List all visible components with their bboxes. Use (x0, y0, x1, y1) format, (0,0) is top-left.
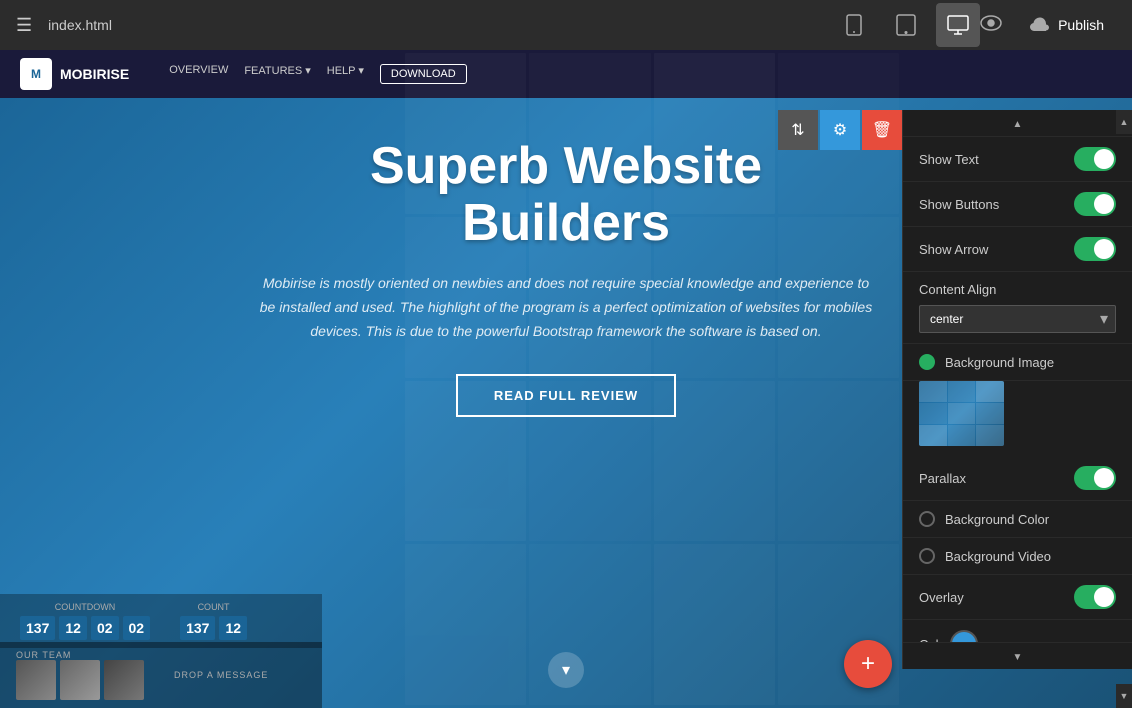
preview-logo: M MOBIRISE (20, 58, 129, 90)
countdown-num-2: 12 (59, 616, 87, 640)
nav-download: DOWNLOAD (380, 64, 467, 84)
add-fab-button[interactable]: + (844, 640, 892, 688)
show-buttons-toggle[interactable] (1074, 192, 1116, 216)
tablet-device-btn[interactable] (884, 3, 928, 47)
thumb-mini-7 (919, 425, 947, 446)
show-text-toggle[interactable] (1074, 147, 1116, 171)
hero-cta-button[interactable]: READ FULL REVIEW (456, 374, 676, 417)
overlay-label: Overlay (919, 590, 964, 605)
thumb-mini-8 (948, 425, 976, 446)
delete-button[interactable]: 🗑 (862, 110, 902, 150)
thumb-mini-1 (919, 381, 947, 402)
preview-nav-links: OVERVIEW FEATURES ▾ HELP ▾ DOWNLOAD (169, 64, 466, 84)
countdown-num-4: 02 (123, 616, 151, 640)
nav-features: FEATURES ▾ (244, 64, 310, 84)
device-switcher (832, 3, 980, 47)
show-arrow-toggle[interactable] (1074, 237, 1116, 261)
background-image-label: Background Image (945, 355, 1054, 370)
preview-actions: ⇅ ⚙ 🗑 (778, 110, 902, 150)
main-area: M MOBIRISE OVERVIEW FEATURES ▾ HELP ▾ DO… (0, 50, 1132, 708)
countdown-label: COUNTDOWN (20, 602, 150, 612)
countdown-num-6: 12 (219, 616, 247, 640)
countdown-1: COUNTDOWN 137 12 02 02 (20, 602, 150, 640)
background-video-row: Background Video (903, 538, 1132, 575)
background-image-radio[interactable] (919, 354, 935, 370)
drop-message-section: DROP A MESSAGE (174, 670, 268, 680)
countdown-num-1: 137 (20, 616, 55, 640)
background-color-label: Background Color (945, 512, 1049, 527)
thumb-mini-5 (948, 403, 976, 424)
parallax-row: Parallax (903, 456, 1132, 501)
thumb-mini-6 (976, 403, 1004, 424)
content-align-label: Content Align (919, 282, 1116, 297)
preview-icon[interactable] (980, 14, 1002, 37)
show-arrow-row: Show Arrow (903, 227, 1132, 272)
cloud-icon (1030, 15, 1050, 36)
page-title: index.html (48, 17, 832, 33)
hero-subtitle: Mobirise is mostly oriented on newbies a… (256, 272, 876, 343)
parallax-toggle[interactable] (1074, 466, 1116, 490)
countdown-num-5: 137 (180, 616, 215, 640)
preview-nav: M MOBIRISE OVERVIEW FEATURES ▾ HELP ▾ DO… (0, 50, 1132, 98)
team-photo-2 (60, 660, 100, 700)
thumb-13 (405, 544, 526, 705)
team-photo-3 (104, 660, 144, 700)
drop-message-label: DROP A MESSAGE (174, 670, 268, 680)
countdown-label-2: COUNT (180, 602, 247, 612)
background-color-row: Background Color (903, 501, 1132, 538)
show-buttons-label: Show Buttons (919, 197, 999, 212)
countdown-num-3: 02 (91, 616, 119, 640)
show-text-label: Show Text (919, 152, 979, 167)
background-image-thumbnail[interactable] (919, 381, 1004, 446)
panel-scroll-down[interactable]: ▼ (903, 642, 1132, 669)
bottom-strip: OUR TEAM DROP A MESSAGE (0, 642, 322, 708)
team-label: OUR TEAM (16, 650, 144, 660)
content-align-select-wrapper: left center right (919, 305, 1116, 333)
thumb-mini-3 (976, 381, 1004, 402)
our-team-section: OUR TEAM (16, 650, 144, 700)
scroll-down-arrow[interactable]: ▾ (548, 652, 584, 688)
topbar: ☰ index.html Publish (0, 0, 1132, 50)
panel-scroll-up[interactable]: ▲ (903, 110, 1132, 137)
nav-help: HELP ▾ (327, 64, 364, 84)
right-scroll-down[interactable]: ▼ (1116, 684, 1132, 708)
background-color-radio[interactable] (919, 511, 935, 527)
show-arrow-label: Show Arrow (919, 242, 988, 257)
settings-panel: ▲ Show Text Show Buttons Show Arrow (902, 110, 1132, 669)
background-video-radio[interactable] (919, 548, 935, 564)
settings-button[interactable]: ⚙ (820, 110, 860, 150)
team-photo-1 (16, 660, 56, 700)
mobile-device-btn[interactable] (832, 3, 876, 47)
overlay-toggle[interactable] (1074, 585, 1116, 609)
publish-label: Publish (1058, 17, 1104, 33)
thumb-mini-9 (976, 425, 1004, 446)
thumb-mini-2 (948, 381, 976, 402)
countdown-strip: COUNTDOWN 137 12 02 02 COUNT 137 12 (0, 594, 322, 648)
move-button[interactable]: ⇅ (778, 110, 818, 150)
content-align-select[interactable]: left center right (919, 305, 1116, 333)
background-image-row: Background Image (903, 344, 1132, 381)
brand-name: MOBIRISE (60, 66, 129, 82)
show-buttons-row: Show Buttons (903, 182, 1132, 227)
thumb-mini-4 (919, 403, 947, 424)
menu-icon[interactable]: ☰ (16, 15, 32, 36)
show-text-row: Show Text (903, 137, 1132, 182)
right-scroll-up[interactable]: ▲ (1116, 110, 1132, 134)
desktop-device-btn[interactable] (936, 3, 980, 47)
nav-overview: OVERVIEW (169, 64, 228, 84)
content-align-section: Content Align left center right (903, 272, 1132, 344)
thumb-14 (529, 544, 650, 705)
background-video-label: Background Video (945, 549, 1051, 564)
topbar-right: Publish (980, 11, 1116, 40)
countdown-2: COUNT 137 12 (180, 602, 247, 640)
parallax-label: Parallax (919, 471, 966, 486)
logo-box: M (20, 58, 52, 90)
thumb-15 (654, 544, 775, 705)
publish-button[interactable]: Publish (1018, 11, 1116, 40)
background-image-thumb-container (903, 381, 1132, 456)
overlay-row: Overlay (903, 575, 1132, 620)
